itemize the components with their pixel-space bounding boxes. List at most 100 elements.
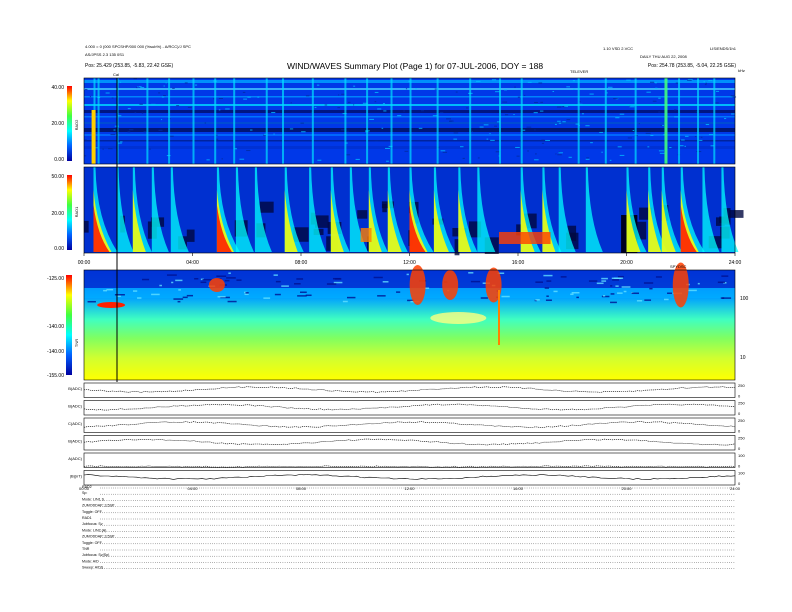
rad1-xtick-label: 08:00 [295,260,308,266]
rad2-noise [483,124,489,126]
rad2-noise [505,114,509,116]
tnr-ylabel: TNR [74,339,79,347]
rad2-burst [192,78,195,164]
rad2-noise [650,81,655,83]
rad2-noise [655,87,658,89]
rad2-noise [658,97,661,99]
line-panel-frame [83,435,736,451]
rad2-noise [113,129,116,131]
tnr-noise [382,281,389,283]
line-panel-right-tick: 100 [738,453,745,458]
rad1-xticks: 00:00 04:00 08:00 12:00 16:00 20:00 24:00 [78,253,741,266]
rad2-noise [385,147,390,149]
rad2-noise [446,118,452,120]
line-panel-label: A(ADC) [68,456,82,461]
rad2-noise [554,123,557,125]
rad1-burst-patch [499,232,551,244]
rad2-noise [513,114,515,116]
tnr-noise [297,295,307,297]
rad2-noise [659,152,665,154]
rad2-burst [233,78,236,164]
tnr-noise [87,300,96,303]
rad2-noise [347,130,349,132]
rad2-noise [534,129,536,131]
info-line: TNR [82,547,90,551]
rad2-noise [527,81,532,83]
top-right-line3: Pos: 254.78 (253.85, -5.04, 22.25 GSE) [648,63,736,69]
rad2-noise [715,90,720,92]
rad1-ytick: 20.00 [51,211,64,217]
rad2-noise [369,118,375,120]
tnr-red-feature [97,302,126,308]
rad2-noise [709,133,713,135]
tnr-noise [601,277,608,280]
tnr-noise [346,296,356,299]
rad2-noise [660,124,663,126]
tnr-noise [546,280,552,282]
rad1-ytick: 50.00 [51,174,64,180]
tnr-noise [596,282,604,285]
rad2-noise [645,132,651,134]
rad2-colorbar [67,86,72,161]
rad2-noise [374,91,379,93]
tnr-noise [615,285,619,287]
rad1-xtick-label: 16:00 [512,260,525,266]
bottom-xtick-label: 20:00 [621,486,632,491]
rad2-noise [566,86,571,88]
rad2-noise [143,131,147,133]
tnr-noise [643,282,654,284]
rad2-noise [564,105,569,107]
rad2-noise [247,96,251,98]
tnr-noise [178,289,181,291]
rad2-noise [555,153,557,155]
rad2-noise [415,88,418,90]
rad2-noise [491,79,497,81]
rad2-burst [577,78,580,164]
rad2-noise [615,117,620,119]
rad2-noise [151,103,156,105]
info-line: Mode: LIN2 (A) [82,528,106,532]
rad2-noise [514,86,516,88]
tnr-noise [114,294,125,296]
rad2-noise [84,155,87,157]
rad2-noise [581,113,584,115]
rad2-noise [418,127,423,129]
line-panel-right-tick: 250 [738,436,745,441]
rad2-noise [731,113,735,115]
tnr-mark-label: SPYDSC [670,264,687,269]
tnr-noise [244,293,249,296]
rad2-noise [290,102,292,104]
rad1-dark-patch [186,229,195,242]
rad2-burst [282,78,285,164]
rad2-noise [708,80,713,82]
rad2-noise [246,150,251,152]
rad2-noise [119,81,122,83]
tnr-noise [480,297,488,299]
tnr-noise [137,297,142,299]
rad2-noise [681,139,685,141]
top-right-line1: 1.10 VSD 2.VCC [603,46,633,51]
rad2-noise [585,125,590,127]
rad2-noise [353,104,355,106]
rad2-noise [134,112,137,114]
tnr-noise [228,272,231,274]
rad1-burst-patch [360,228,372,242]
tnr-noise [186,294,194,297]
plot-title: WIND/WAVES Summary Plot (Page 1) for 07-… [287,61,543,71]
info-line: Jobfocus: Sv(Sp) [82,553,109,557]
rad2-noise [599,131,603,133]
rad2-noise [455,91,458,93]
rad2-burst [390,78,393,164]
telever-label: TELEVER [570,69,588,74]
rad2-noise [515,146,520,148]
rad2-noise [732,96,737,98]
line-panel-label: B(ADC) [68,439,82,444]
bottom-xtick-label: 16:00 [513,486,524,491]
tnr-noise [294,283,301,285]
rad2-noise [619,113,625,115]
tnr-noise [182,296,188,299]
tnr-right-tick: 100 [740,296,749,302]
rad2-noise [534,159,539,161]
rad2-noise [494,125,497,127]
tnr-ytick: -155.00 [47,373,64,379]
